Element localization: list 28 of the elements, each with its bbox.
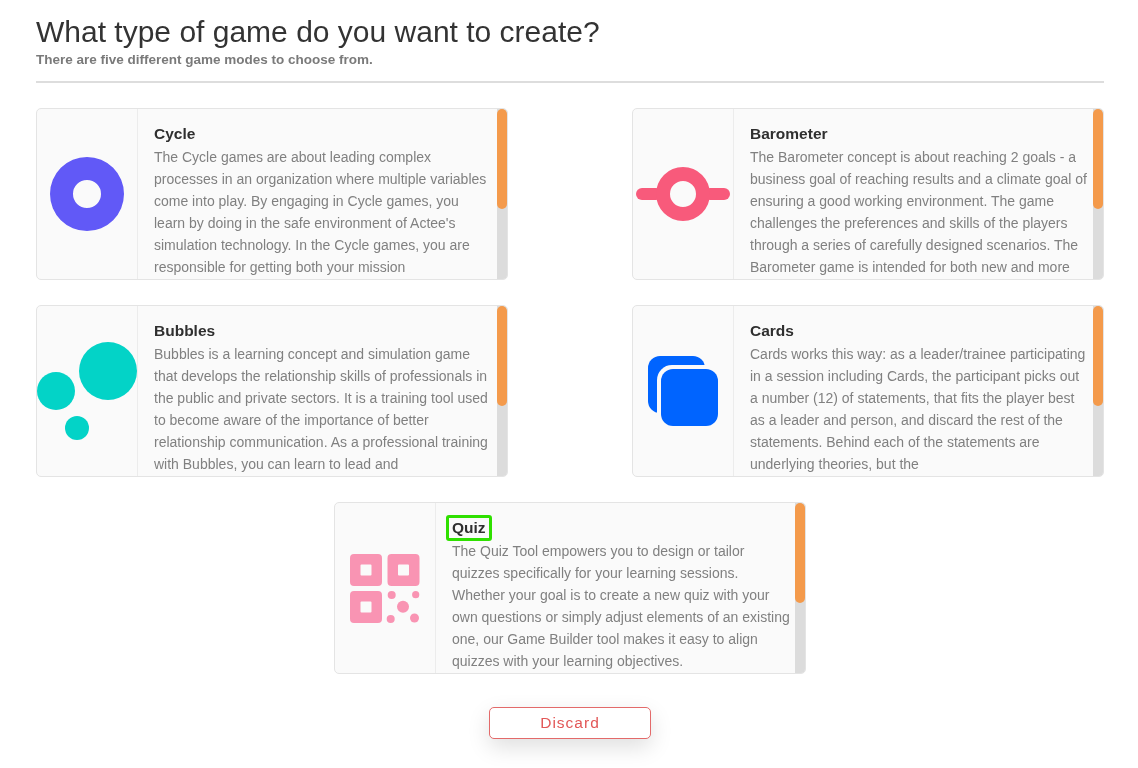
game-mode-card[interactable] [632, 108, 1104, 280]
scrollbar[interactable] [497, 306, 507, 476]
scrollbar-thumb[interactable] [497, 306, 507, 406]
mode-title: Cycle [154, 124, 196, 144]
scrollbar-thumb[interactable] [1093, 306, 1103, 406]
mode-title: Cards [750, 321, 794, 341]
mode-description: Cards works this way: as a leader/trainee participating in a session including Cards, the participant picks out a number (12) of statements, that fits the player best as a leader and person, and discard the rest of the statements. Behind each of the statements are underlying theories, but the [750, 345, 1087, 474]
mode-description: The Barometer concept is about reaching 2 goals - a business goal of reaching results and a climate goal of ensuring a good working environment. The game challenges the preferences and skills of the players through a series of carefully designed scenarios. The Barometer game is intended for both new and more [750, 148, 1088, 277]
scrollbar-thumb[interactable] [1093, 109, 1103, 209]
scrollbar-thumb[interactable] [497, 109, 507, 209]
mode-title: Quiz [446, 515, 492, 541]
page-subtitle: There are five different game modes to choose from. [36, 51, 374, 69]
mode-description: The Cycle games are about leading complex processes in an organization where multiple variables come into play. By engaging in Cycle games, you learn by doing in the safe environment of Actee's simulation technology. In the Cycle games, you are responsible for getting both your mission [154, 148, 488, 277]
mode-description: The Quiz Tool empowers you to design or tailor quizzes specifically for your learning sessions. Whether your goal is to create a new quiz with your own questions or simply adjust elements of an existing one, our Game Builder tool makes it easy to align quizzes with your learning objectives. [452, 542, 790, 671]
scrollbar-thumb[interactable] [795, 503, 805, 603]
mode-title: Bubbles [154, 321, 216, 341]
game-mode-card[interactable] [632, 305, 1104, 477]
game-mode-card[interactable] [334, 502, 806, 674]
scrollbar[interactable] [795, 503, 805, 673]
game-mode-card[interactable] [36, 108, 508, 280]
discard-button[interactable]: Discard [489, 707, 651, 739]
game-mode-card[interactable] [36, 305, 508, 477]
scrollbar[interactable] [497, 109, 507, 279]
mode-description: Bubbles is a learning concept and simulation game that develops the relationship skills of professionals in the public and private sectors. It is a training tool used to become aware of the importance of better relationship communication. As a professional training with Bubbles, you can learn to lead and [154, 345, 489, 474]
mode-title: Barometer [750, 124, 828, 144]
page-title: What type of game do you want to create? [36, 15, 601, 49]
scrollbar[interactable] [1093, 306, 1103, 476]
scrollbar[interactable] [1093, 109, 1103, 279]
